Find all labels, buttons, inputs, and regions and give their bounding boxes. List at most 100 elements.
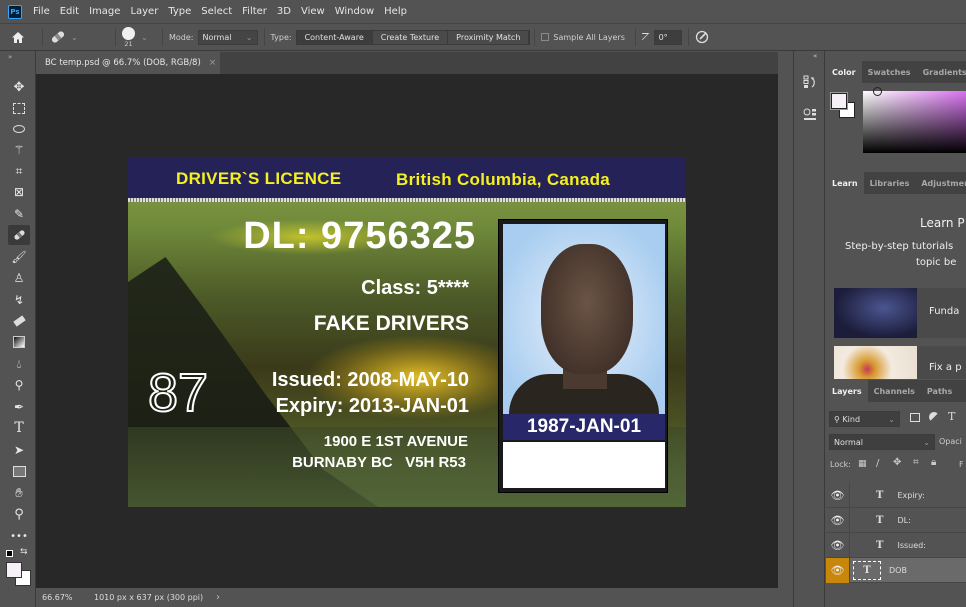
- sample-all-layers-checkbox[interactable]: Sample All Layers: [541, 33, 628, 42]
- blend-mode-value: Normal: [834, 437, 863, 447]
- menu-filter[interactable]: Filter: [237, 6, 272, 17]
- chevron-down-icon: ⌄: [888, 414, 895, 424]
- clone-stamp-tool[interactable]: ♙: [8, 268, 30, 288]
- chevron-down-icon: ⌄: [71, 32, 78, 42]
- frame-tool[interactable]: ⊠: [8, 182, 30, 202]
- brush-tool[interactable]: 🖌︎: [8, 247, 30, 267]
- gradient-tool[interactable]: [8, 332, 30, 352]
- crop-tool[interactable]: ⌗: [8, 161, 30, 181]
- zoom-level[interactable]: 66.67%: [36, 593, 94, 602]
- tutorial-thumbnail: [834, 346, 917, 379]
- tab-paths[interactable]: Paths: [921, 380, 958, 402]
- filter-adjustment-icon[interactable]: [929, 412, 939, 422]
- tab-libraries[interactable]: Libraries: [864, 172, 916, 194]
- visibility-eye-icon[interactable]: 👁︎: [826, 507, 850, 533]
- menu-help[interactable]: Help: [379, 6, 412, 17]
- lock-transparent-icon[interactable]: ▦: [858, 459, 867, 469]
- tab-learn[interactable]: Learn: [826, 172, 864, 194]
- hand-tool[interactable]: ✋︎: [8, 483, 30, 503]
- type-proximity-match-button[interactable]: Proximity Match: [448, 30, 530, 44]
- type-content-aware-button[interactable]: Content-Aware: [296, 30, 373, 44]
- lock-artboard-icon[interactable]: ⌗: [913, 457, 919, 468]
- properties-panel-button[interactable]: [799, 103, 821, 125]
- menu-image[interactable]: Image: [84, 6, 125, 17]
- tool-preset-picker[interactable]: ⌄: [49, 29, 109, 45]
- swap-colors-icon[interactable]: ⇆: [20, 547, 28, 557]
- stamp-icon: ♙: [13, 271, 25, 285]
- layer-row-issued[interactable]: 👁︎ T Issued:: [826, 532, 966, 558]
- foreground-color-chip[interactable]: [830, 92, 848, 110]
- menu-layer[interactable]: Layer: [125, 6, 163, 17]
- layer-filter-kind-select[interactable]: ⚲ Kind ⌄: [829, 411, 900, 427]
- tab-layers[interactable]: Layers: [826, 380, 868, 402]
- tutorial-title: Fix a p: [929, 362, 962, 373]
- magic-wand-tool[interactable]: ⚚: [8, 140, 30, 160]
- menu-view[interactable]: View: [296, 6, 330, 17]
- color-picker-field[interactable]: [863, 87, 966, 153]
- document-tab[interactable]: BC temp.psd @ 66.7% (DOB, RGB/8) ×: [36, 52, 220, 74]
- brush-size-picker[interactable]: 21 ⌄: [122, 26, 156, 48]
- gradient-icon: [13, 336, 25, 348]
- home-button[interactable]: [0, 31, 36, 44]
- blend-mode-select[interactable]: Normal ⌄: [829, 434, 935, 450]
- tab-adjustments[interactable]: Adjustments: [915, 172, 966, 194]
- rectangle-tool[interactable]: [8, 461, 30, 481]
- blur-tool[interactable]: 💧︎: [8, 354, 30, 374]
- lock-position-icon[interactable]: ✥: [893, 457, 901, 468]
- pressure-icon[interactable]: [695, 30, 709, 44]
- healing-brush-tool[interactable]: [8, 225, 30, 245]
- lock-image-icon[interactable]: /: [876, 458, 879, 469]
- history-brush-tool[interactable]: ↯: [8, 290, 30, 310]
- visibility-eye-icon[interactable]: 👁︎: [826, 532, 850, 558]
- toolbar-collapse-button[interactable]: »: [8, 53, 12, 61]
- foreground-color-swatch[interactable]: [6, 562, 22, 578]
- eyedropper-tool[interactable]: ✎: [8, 204, 30, 224]
- tab-swatches[interactable]: Swatches: [862, 61, 917, 83]
- zoom-tool[interactable]: ⚲: [8, 504, 30, 524]
- divider: [42, 28, 43, 46]
- tutorial-card[interactable]: Fix a p: [834, 346, 966, 379]
- menu-edit[interactable]: Edit: [55, 6, 84, 17]
- layer-row-dl[interactable]: 👁︎ T DL:: [826, 507, 966, 533]
- menu-select[interactable]: Select: [196, 6, 237, 17]
- tab-gradients[interactable]: Gradients: [917, 61, 966, 83]
- layer-row-expiry[interactable]: 👁︎ T Expiry:: [826, 482, 966, 508]
- menu-window[interactable]: Window: [330, 6, 379, 17]
- menu-file[interactable]: File: [28, 6, 55, 17]
- status-expand-arrow[interactable]: ›: [216, 592, 220, 603]
- dodge-tool[interactable]: ⚲: [8, 375, 30, 395]
- marquee-tool[interactable]: [8, 98, 30, 118]
- dock-collapse-button[interactable]: «: [813, 52, 817, 60]
- lock-all-icon[interactable]: 🔒︎: [931, 457, 936, 468]
- visibility-eye-icon[interactable]: 👁︎: [826, 557, 850, 583]
- close-icon[interactable]: ×: [209, 58, 217, 68]
- type-tool[interactable]: T: [8, 418, 30, 438]
- move-tool[interactable]: ✥: [8, 77, 30, 97]
- license-card-image[interactable]: DRIVER`S LICENCE British Columbia, Canad…: [128, 157, 686, 507]
- card-title: DRIVER`S LICENCE: [176, 169, 342, 188]
- type-layer-thumbnail: T: [853, 560, 881, 580]
- menu-3d[interactable]: 3D: [272, 6, 296, 17]
- class-text: Class: 5****: [361, 277, 469, 299]
- history-panel-button[interactable]: [799, 71, 821, 93]
- filter-image-icon[interactable]: [910, 413, 920, 422]
- menu-type[interactable]: Type: [163, 6, 196, 17]
- path-selection-tool[interactable]: ➤: [8, 440, 30, 460]
- angle-input[interactable]: 0°: [653, 29, 682, 45]
- tab-color[interactable]: Color: [826, 61, 862, 83]
- eraser-tool[interactable]: [8, 311, 30, 331]
- mode-select[interactable]: Normal ⌄: [197, 29, 258, 45]
- tab-channels[interactable]: Channels: [868, 380, 921, 402]
- color-picker-cursor[interactable]: [873, 87, 882, 96]
- pen-tool[interactable]: ✒︎: [8, 397, 30, 417]
- visibility-eye-icon[interactable]: 👁︎: [826, 482, 850, 508]
- layer-name: Issued:: [897, 540, 926, 550]
- more-tools[interactable]: •••: [8, 526, 30, 546]
- default-colors-icon[interactable]: [6, 550, 13, 557]
- address-line-2: BURNABY BC V5H R53: [292, 454, 466, 471]
- type-create-texture-button[interactable]: Create Texture: [372, 30, 449, 44]
- lasso-tool[interactable]: [8, 119, 30, 139]
- layer-row-dob-selected[interactable]: 👁︎ T DOB: [826, 557, 966, 583]
- filter-type-icon[interactable]: T: [948, 410, 955, 423]
- tutorial-card[interactable]: Funda: [834, 288, 966, 338]
